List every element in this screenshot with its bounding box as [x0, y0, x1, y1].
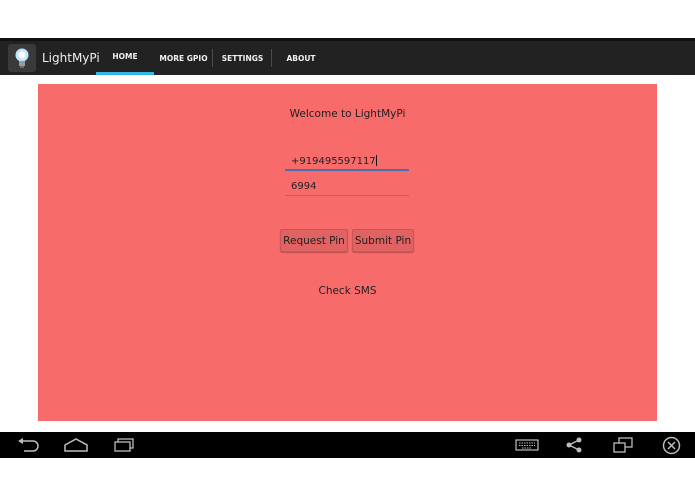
home-icon[interactable]: [63, 437, 89, 453]
bottom-blank-area: [0, 458, 695, 494]
share-icon[interactable]: [565, 437, 583, 453]
app-title: LightMyPi: [42, 51, 100, 65]
submit-pin-button[interactable]: Submit Pin: [352, 229, 414, 252]
request-pin-button[interactable]: Request Pin: [280, 229, 348, 252]
multi-window-icon[interactable]: [612, 437, 634, 453]
keyboard-icon[interactable]: [515, 437, 539, 453]
pin-field[interactable]: 6994: [285, 180, 409, 196]
welcome-text: Welcome to LightMyPi: [289, 108, 406, 120]
phone-value: +919495597117: [291, 156, 376, 167]
top-blank-area: [0, 0, 695, 38]
pin-value: 6994: [291, 181, 317, 192]
recent-apps-icon[interactable]: [113, 437, 135, 453]
main-panel: Welcome to LightMyPi +919495597117 6994 …: [38, 84, 657, 421]
tab-home[interactable]: HOME: [96, 41, 154, 75]
tab-about[interactable]: ABOUT: [272, 41, 330, 75]
tab-more-gpio[interactable]: MORE GPIO: [154, 41, 213, 75]
tab-settings[interactable]: SETTINGS: [213, 41, 272, 75]
back-icon[interactable]: [16, 437, 40, 453]
text-cursor: [375, 155, 377, 166]
phone-field[interactable]: +919495597117: [285, 155, 409, 171]
status-text: Check SMS: [318, 285, 377, 297]
action-bar: LightMyPi HOME MORE GPIO SETTINGS ABOUT: [0, 38, 695, 75]
close-icon[interactable]: [662, 436, 681, 455]
navigation-bar: [0, 432, 695, 458]
lightbulb-icon: [8, 44, 36, 72]
